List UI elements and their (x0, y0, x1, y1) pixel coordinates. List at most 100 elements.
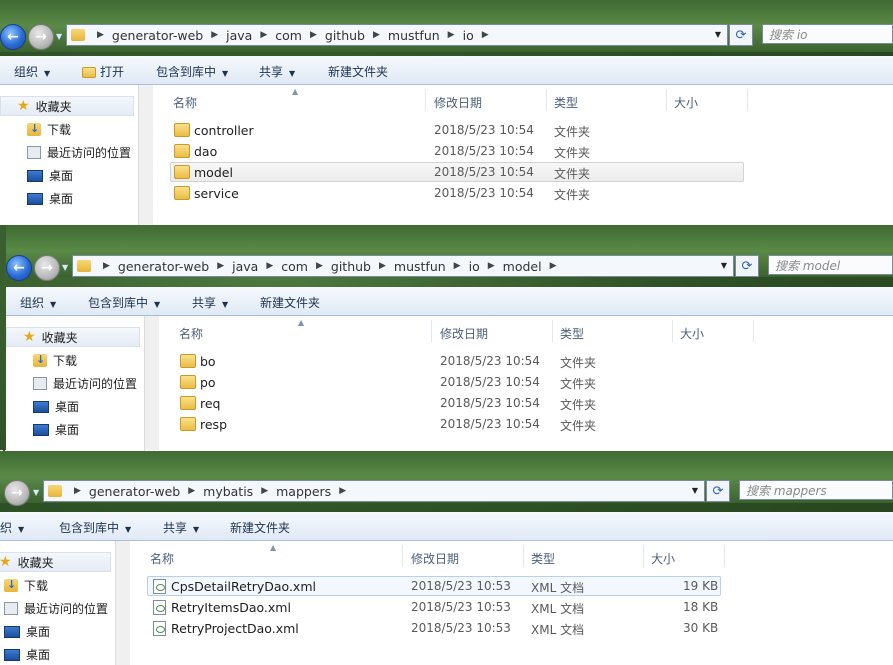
share-menu[interactable]: 共享 ▼ (163, 519, 199, 536)
breadcrumb-separator-icon[interactable]: ▶ (482, 30, 489, 40)
forward-button[interactable]: → (4, 480, 30, 506)
forward-button[interactable]: → (34, 255, 60, 281)
column-header-size[interactable]: 大小 (680, 325, 704, 342)
open-button[interactable]: 打开 (82, 63, 124, 80)
column-divider[interactable] (753, 320, 754, 342)
include-in-library-menu[interactable]: 包含到库中 ▼ (88, 294, 160, 311)
breadcrumb-item[interactable]: generator-web (89, 484, 180, 499)
column-divider[interactable] (747, 89, 748, 111)
breadcrumb-item[interactable]: generator-web (112, 28, 203, 43)
breadcrumb-item[interactable]: model (503, 259, 542, 274)
column-divider[interactable] (546, 89, 547, 111)
recent-pages-dropdown[interactable]: ▼ (62, 263, 68, 272)
nav-item-desktop[interactable]: 桌面 (33, 421, 79, 438)
nav-scrollbar[interactable] (115, 541, 130, 665)
column-divider[interactable] (552, 320, 553, 342)
breadcrumb-item[interactable]: io (469, 259, 480, 274)
breadcrumb-item[interactable]: com (281, 259, 308, 274)
nav-item-downloads[interactable]: 下载 (33, 352, 77, 369)
address-bar[interactable]: ▶ generator-web ▶ mybatis ▶ mappers ▶ ▼ (43, 480, 705, 502)
address-bar[interactable]: ▶ generator-web ▶ java ▶ com ▶ github ▶ … (66, 24, 728, 46)
breadcrumb-item[interactable]: com (275, 28, 302, 43)
breadcrumb-item[interactable]: java (226, 28, 252, 43)
breadcrumb-separator-icon[interactable]: ▶ (316, 261, 323, 271)
column-divider[interactable] (724, 545, 725, 567)
share-menu[interactable]: 共享 ▼ (192, 294, 228, 311)
breadcrumb-item[interactable]: mappers (276, 484, 331, 499)
column-divider[interactable] (431, 320, 432, 342)
breadcrumb-separator-icon[interactable]: ▶ (373, 30, 380, 40)
nav-item-recent[interactable]: 最近访问的位置 (33, 375, 137, 392)
address-dropdown-icon[interactable]: ▼ (715, 30, 721, 39)
column-header-type[interactable]: 类型 (560, 325, 584, 342)
nav-scrollbar[interactable] (138, 85, 153, 225)
column-header-size[interactable]: 大小 (674, 94, 698, 111)
include-in-library-menu[interactable]: 包含到库中 ▼ (156, 63, 228, 80)
breadcrumb-item[interactable]: java (232, 259, 258, 274)
address-dropdown-icon[interactable]: ▼ (721, 261, 727, 270)
refresh-button[interactable]: ⟳ (729, 24, 753, 46)
forward-button[interactable]: → (28, 24, 54, 50)
refresh-button[interactable]: ⟳ (735, 255, 759, 277)
breadcrumb-separator-icon[interactable]: ▶ (379, 261, 386, 271)
search-input[interactable]: 搜索 model (768, 255, 893, 275)
organize-menu[interactable]: 组织 ▼ (14, 63, 50, 80)
breadcrumb-separator-icon[interactable]: ▶ (339, 486, 346, 496)
breadcrumb-item[interactable]: mustfun (394, 259, 446, 274)
breadcrumb-item[interactable]: mustfun (388, 28, 440, 43)
share-menu[interactable]: 共享 ▼ (259, 63, 295, 80)
nav-item-recent[interactable]: 最近访问的位置 (4, 600, 108, 617)
nav-item-desktop[interactable]: 桌面 (33, 398, 79, 415)
breadcrumb-item[interactable]: io (463, 28, 474, 43)
column-header-date[interactable]: 修改日期 (411, 550, 459, 567)
breadcrumb-separator-icon[interactable]: ▶ (488, 261, 495, 271)
breadcrumb-item[interactable]: generator-web (118, 259, 209, 274)
search-input[interactable]: 搜索 io (762, 24, 893, 44)
column-header-name[interactable]: 名称 (179, 325, 203, 342)
recent-pages-dropdown[interactable]: ▼ (56, 32, 62, 41)
new-folder-button[interactable]: 新建文件夹 (260, 294, 320, 311)
recent-pages-dropdown[interactable]: ▼ (33, 488, 39, 497)
nav-item-desktop[interactable]: 桌面 (27, 190, 73, 207)
organize-menu[interactable]: 组织 ▼ (20, 294, 56, 311)
column-divider[interactable] (666, 89, 667, 111)
column-header-date[interactable]: 修改日期 (434, 94, 482, 111)
breadcrumb-separator-icon[interactable]: ▶ (454, 261, 461, 271)
column-divider[interactable] (425, 89, 426, 111)
include-in-library-menu[interactable]: 包含到库中 ▼ (59, 519, 131, 536)
breadcrumb-separator-icon[interactable]: ▶ (260, 30, 267, 40)
column-header-name[interactable]: 名称 (173, 94, 197, 111)
breadcrumb-separator-icon[interactable]: ▶ (103, 261, 110, 271)
breadcrumb-separator-icon[interactable]: ▶ (74, 486, 81, 496)
organize-menu[interactable]: 织 ▼ (0, 519, 24, 536)
refresh-button[interactable]: ⟳ (706, 480, 730, 502)
column-divider[interactable] (402, 545, 403, 567)
column-header-type[interactable]: 类型 (531, 550, 555, 567)
breadcrumb-item[interactable]: github (325, 28, 365, 43)
breadcrumb-separator-icon[interactable]: ▶ (97, 30, 104, 40)
nav-item-desktop[interactable]: 桌面 (4, 646, 50, 663)
breadcrumb-separator-icon[interactable]: ▶ (217, 261, 224, 271)
breadcrumb-item[interactable]: mybatis (203, 484, 253, 499)
nav-favorites[interactable]: ★ 收藏夹 (0, 552, 111, 572)
nav-item-downloads[interactable]: 下载 (27, 121, 71, 138)
nav-item-desktop[interactable]: 桌面 (4, 623, 50, 640)
new-folder-button[interactable]: 新建文件夹 (328, 63, 388, 80)
back-button[interactable]: ← (0, 24, 26, 50)
column-divider[interactable] (523, 545, 524, 567)
column-header-size[interactable]: 大小 (651, 550, 675, 567)
column-header-type[interactable]: 类型 (554, 94, 578, 111)
breadcrumb-item[interactable]: github (331, 259, 371, 274)
breadcrumb-separator-icon[interactable]: ▶ (266, 261, 273, 271)
nav-scrollbar[interactable] (144, 316, 159, 451)
search-input[interactable]: 搜索 mappers (739, 480, 893, 500)
nav-favorites[interactable]: ★ 收藏夹 (6, 327, 140, 347)
breadcrumb-separator-icon[interactable]: ▶ (310, 30, 317, 40)
breadcrumb-separator-icon[interactable]: ▶ (188, 486, 195, 496)
column-divider[interactable] (643, 545, 644, 567)
breadcrumb-separator-icon[interactable]: ▶ (448, 30, 455, 40)
new-folder-button[interactable]: 新建文件夹 (230, 519, 290, 536)
breadcrumb-separator-icon[interactable]: ▶ (211, 30, 218, 40)
nav-item-downloads[interactable]: 下载 (4, 577, 48, 594)
breadcrumb-separator-icon[interactable]: ▶ (550, 261, 557, 271)
